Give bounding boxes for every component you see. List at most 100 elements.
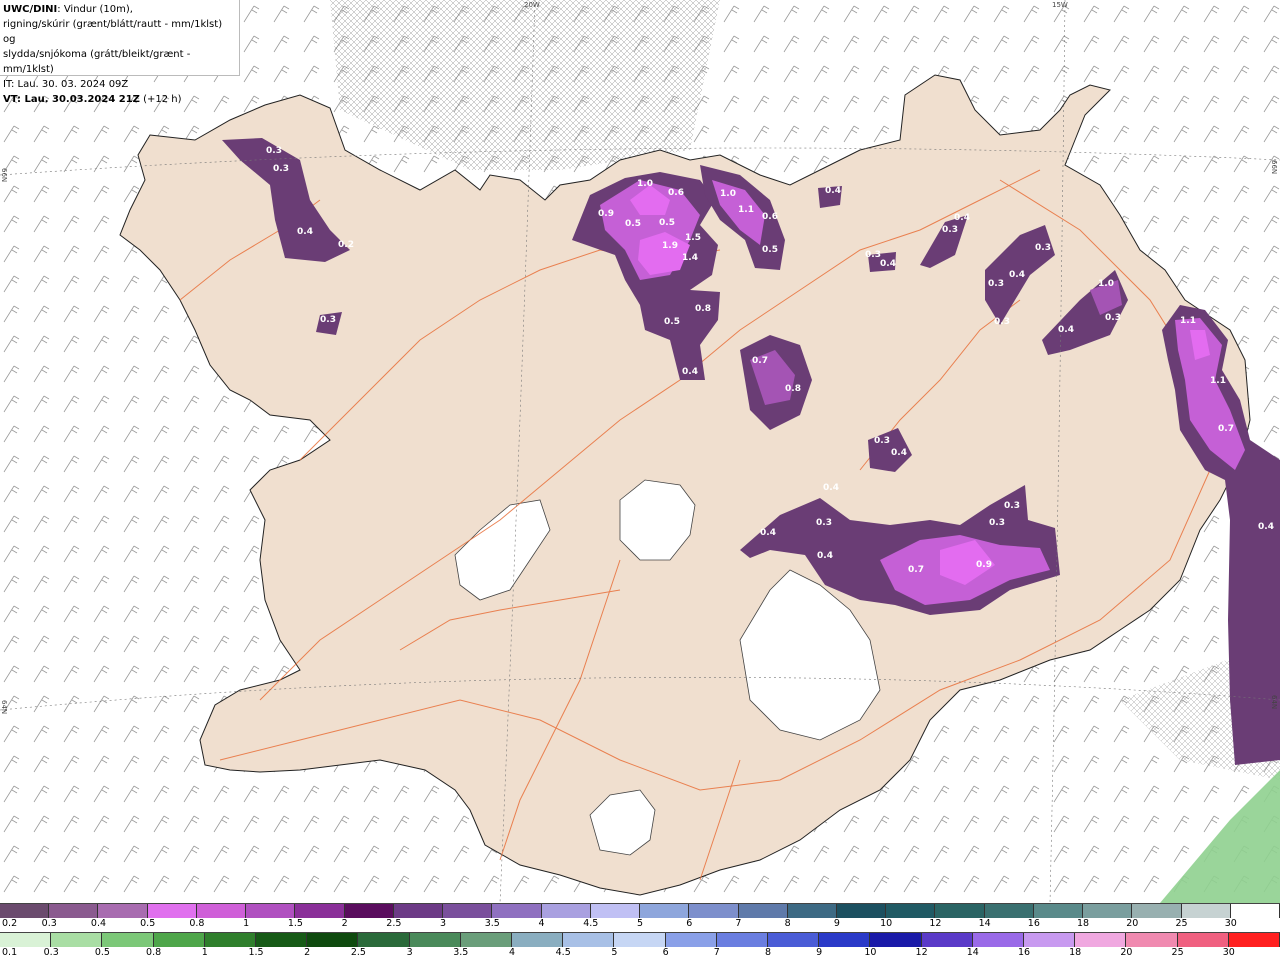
legend-tick-label: 0.3 xyxy=(43,947,59,958)
model-name: UWC/DINI xyxy=(3,4,58,15)
precip-value-label: 1.9 xyxy=(662,241,678,251)
info-box: UWC/DINI: Vindur (10m), rigning/skúrir (… xyxy=(0,0,240,105)
legend-swatch xyxy=(1181,904,1231,918)
legend-swatch xyxy=(49,904,99,918)
precip-value-label: 0.3 xyxy=(942,225,958,235)
legend-tick-label: 0.4 xyxy=(90,918,107,929)
legend-swatch xyxy=(921,933,973,947)
weather-map: 0.30.30.40.20.30.91.00.60.5 0.51.91.51.40… xyxy=(0,0,1280,903)
precip-value-label: 0.3 xyxy=(266,146,282,156)
legend-swatch xyxy=(512,933,564,947)
legend-tick-label: 7 xyxy=(735,918,742,929)
legend-tick-label: 3 xyxy=(406,947,413,958)
legend-tick-label: 1 xyxy=(201,947,208,958)
legend-tick-label: 9 xyxy=(833,918,840,929)
legend-tick-label: 0.1 xyxy=(2,947,18,958)
precip-value-label: 1.4 xyxy=(682,253,698,263)
legend-tick-label: 30 xyxy=(1224,918,1237,929)
legend-tick-label: 0.5 xyxy=(140,918,156,929)
precip-value-label: 1.1 xyxy=(1210,376,1226,386)
vt-line: VT: Lau. 30.03.2024 21Z (+12 h) xyxy=(3,92,236,107)
legend-tick-label: 18 xyxy=(1069,947,1082,958)
legend-tick-label: 8 xyxy=(784,918,791,929)
precip-value-label: 0.3 xyxy=(816,518,832,528)
legend-swatch xyxy=(295,904,345,918)
legend-swatch xyxy=(246,904,296,918)
precip-value-label: 0.3 xyxy=(320,315,336,325)
legend-tick-label: 4 xyxy=(538,918,545,929)
legend-tick-label: 0.8 xyxy=(146,947,162,958)
legend-swatch xyxy=(935,904,985,918)
legend-tick-label: 6 xyxy=(662,947,669,958)
legend-rain-colorbar xyxy=(0,932,1280,947)
info-title-line: UWC/DINI: Vindur (10m), xyxy=(3,2,236,17)
precip-value-label: 0.5 xyxy=(762,245,778,255)
legend-swatch xyxy=(204,933,257,947)
legend-tick-label: 2 xyxy=(304,947,311,958)
grid-label-20w: 20W xyxy=(524,1,540,9)
legend-swatch xyxy=(563,933,615,947)
legend-swatch xyxy=(256,933,308,947)
legend-swatch xyxy=(1024,933,1076,947)
legend-swatch xyxy=(787,904,837,918)
precip-value-label: 1.0 xyxy=(1098,279,1114,289)
legend-swatch xyxy=(614,933,666,947)
precip-value-label: 0.8 xyxy=(695,304,711,314)
legend-swatch xyxy=(819,933,871,947)
legend-snow-colorbar xyxy=(0,903,1280,918)
legend-swatch xyxy=(0,904,50,918)
legend-swatch xyxy=(640,904,690,918)
precip-value-label: 0.5 xyxy=(659,218,675,228)
grid-label-66n-left: 66N xyxy=(0,168,8,183)
precip-value-label: 0.9 xyxy=(976,560,992,570)
legend-snow-labels: 0.2 0.3 0.4 0.5 0.8 1 1.5 2 2.5 3 3.5 4 4.5 5 6 7 8 9 10 12… xyxy=(0,918,1280,932)
legend-swatch xyxy=(460,933,513,947)
precip-value-label: 0.4 xyxy=(880,259,896,269)
legend-swatch xyxy=(51,933,103,947)
legend-tick-label: 10 xyxy=(864,947,877,958)
precip-value-label: 0.6 xyxy=(762,212,778,222)
precip-value-label: 0.3 xyxy=(1004,501,1020,511)
legend-tick-label: 20 xyxy=(1120,947,1133,958)
legend-swatch xyxy=(1230,904,1280,918)
precip-value-label: 0.4 xyxy=(891,448,907,458)
precip-value-label: 0.3 xyxy=(994,317,1010,327)
legend-swatch xyxy=(1132,904,1182,918)
precip-value-label: 0.3 xyxy=(273,164,289,174)
precip-value-label: 0.4 xyxy=(1058,325,1074,335)
legend-swatch xyxy=(738,904,788,918)
legend-swatch xyxy=(0,933,52,947)
legend-swatch xyxy=(492,904,542,918)
legend-swatch xyxy=(344,904,394,918)
precip-value-label: 0.3 xyxy=(989,518,1005,528)
legend-tick-label: 2.5 xyxy=(350,947,366,958)
legend-swatch xyxy=(768,933,820,947)
precip-value-label: 0.7 xyxy=(908,565,924,575)
legend-snow: 0.2 0.3 0.4 0.5 0.8 1 1.5 2 2.5 3 3.5 4 4.5 5 6 7 8 9 10 12… xyxy=(0,903,1280,932)
precip-value-label: 1.0 xyxy=(637,179,653,189)
legend-tick-label: 30 xyxy=(1222,947,1235,958)
legend-swatch xyxy=(1177,933,1229,947)
legend-swatch xyxy=(886,904,936,918)
precip-value-label: 0.9 xyxy=(598,209,614,219)
precip-value-label: 0.3 xyxy=(1105,313,1121,323)
legend-tick-label: 4.5 xyxy=(583,918,599,929)
legend-swatch xyxy=(307,933,359,947)
legend-tick-label: 5 xyxy=(611,947,618,958)
legend-swatch xyxy=(358,933,410,947)
legend-tick-label: 18 xyxy=(1077,918,1090,929)
legend-tick-label: 12 xyxy=(929,918,942,929)
legend-tick-label: 0.5 xyxy=(94,947,110,958)
grid-label-15w: 15W xyxy=(1052,1,1068,9)
legend-swatch xyxy=(716,933,769,947)
vt-suffix: (+12 h) xyxy=(139,94,182,105)
precip-value-label: 1.5 xyxy=(685,233,701,243)
desc-line-2: rigning/skúrir (grænt/blátt/rautt - mm/1… xyxy=(3,19,223,45)
legend-swatch xyxy=(443,904,493,918)
precip-value-label: 0.3 xyxy=(988,279,1004,289)
precip-value-label: 0.4 xyxy=(825,186,841,196)
legend-tick-label: 9 xyxy=(816,947,823,958)
legend-rain: 0.1 0.3 0.5 0.8 1 1.5 2 2.5 3 3.5 4 4.5 5 6 7 8 9 10 12 14 1… xyxy=(0,932,1280,961)
legend-swatch xyxy=(665,933,717,947)
precip-value-label: 0.4 xyxy=(1258,522,1274,532)
